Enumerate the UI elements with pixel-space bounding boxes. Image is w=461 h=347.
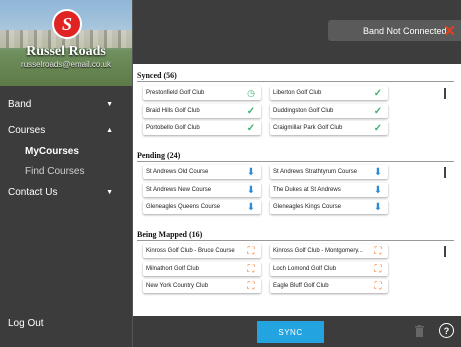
course-name: Duddingston Golf Club xyxy=(273,108,334,114)
download-icon: ⬇ xyxy=(246,184,256,196)
download-icon: ⬇ xyxy=(373,184,383,196)
course-card[interactable]: Prestonfield Golf Club ◷ xyxy=(143,86,261,100)
check-icon: ✓ xyxy=(246,105,256,117)
nav-find-courses[interactable]: Find Courses xyxy=(0,161,133,181)
course-name: Eagle Bluff Golf Club xyxy=(273,283,329,289)
map-icon: ⛶ xyxy=(374,263,382,275)
course-name: Portobello Golf Club xyxy=(146,125,200,131)
close-icon[interactable]: ✕ xyxy=(443,22,456,40)
download-icon: ⬇ xyxy=(373,201,383,213)
course-name: Kinross Golf Club - Montgomery... xyxy=(273,248,363,254)
map-icon: ⛶ xyxy=(247,280,255,292)
scrollbar[interactable] xyxy=(444,246,446,257)
course-card[interactable]: Craigmillar Park Golf Club ✓ xyxy=(270,121,388,135)
chevron-down-icon: ▼ xyxy=(106,100,113,108)
section-divider xyxy=(137,81,454,82)
check-icon: ✓ xyxy=(373,105,383,117)
nav-contact-us[interactable]: Contact Us ▼ xyxy=(0,182,133,202)
nav-my-courses[interactable]: MyCourses xyxy=(0,141,133,161)
profile-email: russelroads@email.co.uk xyxy=(21,60,111,69)
top-bar: Band Not Connected ✕ xyxy=(133,0,461,64)
section-title-pending: Pending (24) xyxy=(137,151,181,160)
course-card[interactable]: Liberton Golf Club ✓ xyxy=(270,86,388,100)
course-card[interactable]: Duddingston Golf Club ✓ xyxy=(270,104,388,118)
sync-button[interactable]: SYNC xyxy=(257,321,324,343)
nav-contact-label: Contact Us xyxy=(8,186,58,198)
band-connection-status[interactable]: Band Not Connected ✕ xyxy=(328,20,461,41)
logout-link[interactable]: Log Out xyxy=(8,318,44,329)
course-card[interactable]: Braid Hills Golf Club ✓ xyxy=(143,104,261,118)
section-divider xyxy=(137,161,454,162)
connection-status-text: Band Not Connected xyxy=(363,25,447,36)
check-icon: ✓ xyxy=(246,122,256,134)
course-name: Braid Hills Golf Club xyxy=(146,108,200,114)
section-title-synced: Synced (56) xyxy=(137,71,177,80)
map-icon: ⛶ xyxy=(247,245,255,257)
section-title-mapped: Being Mapped (16) xyxy=(137,230,203,239)
course-name: New York Country Club xyxy=(146,283,209,289)
course-name: The Dukes at St Andrews xyxy=(273,187,341,193)
chevron-down-icon: ▼ xyxy=(106,188,113,196)
course-card[interactable]: Portobello Golf Club ✓ xyxy=(143,121,261,135)
course-name: Loch Lomond Golf Club xyxy=(273,266,337,272)
main-panel: Band Not Connected ✕ Synced (56) Preston… xyxy=(133,0,461,347)
chevron-up-icon: ▲ xyxy=(106,126,113,134)
course-name: Milnathort Golf Club xyxy=(146,266,200,272)
course-name: Gleneagles Kings Course xyxy=(273,204,342,210)
course-card[interactable]: Eagle Bluff Golf Club ⛶ xyxy=(270,279,388,293)
help-icon[interactable]: ? xyxy=(439,323,454,338)
course-name: Kinross Golf Club - Bruce Course xyxy=(146,248,235,254)
download-icon: ⬇ xyxy=(246,166,256,178)
nav-courses[interactable]: Courses ▲ xyxy=(0,120,133,140)
nav-band-label: Band xyxy=(8,98,32,110)
bottom-bar: SYNC ? xyxy=(133,316,461,347)
course-name: Craigmillar Park Golf Club xyxy=(273,125,343,131)
course-name: St Andrews New Course xyxy=(146,187,212,193)
course-card[interactable]: St Andrews New Course ⬇ xyxy=(143,183,261,197)
course-name: St Andrews Old Course xyxy=(146,169,209,175)
logo-letter: S xyxy=(61,13,72,34)
map-icon: ⛶ xyxy=(247,263,255,275)
scrollbar[interactable] xyxy=(444,167,446,178)
course-card[interactable]: The Dukes at St Andrews ⬇ xyxy=(270,183,388,197)
course-card[interactable]: Gleneagles Queens Course ⬇ xyxy=(143,200,261,214)
course-name: Prestonfield Golf Club xyxy=(146,90,205,96)
profile-header: S Russel Roads russelroads@email.co.uk xyxy=(0,0,132,86)
course-card[interactable]: St Andrews Strathtyrum Course ⬇ xyxy=(270,165,388,179)
course-card[interactable]: St Andrews Old Course ⬇ xyxy=(143,165,261,179)
nav-my-courses-label: MyCourses xyxy=(25,145,79,157)
section-divider xyxy=(137,240,454,241)
map-icon: ⛶ xyxy=(374,245,382,257)
nav-band[interactable]: Band ▼ xyxy=(0,94,133,114)
nav-courses-label: Courses xyxy=(8,124,46,136)
download-icon: ⬇ xyxy=(373,166,383,178)
course-card[interactable]: Gleneagles Kings Course ⬇ xyxy=(270,200,388,214)
profile-name: Russel Roads xyxy=(26,44,106,59)
course-card[interactable]: Kinross Golf Club - Bruce Course ⛶ xyxy=(143,244,261,258)
download-icon: ⬇ xyxy=(246,201,256,213)
course-list: Synced (56) Prestonfield Golf Club ◷ Lib… xyxy=(133,64,461,316)
clock-icon: ◷ xyxy=(247,87,255,98)
map-icon: ⛶ xyxy=(374,280,382,292)
nav-find-courses-label: Find Courses xyxy=(25,165,85,177)
course-card[interactable]: Loch Lomond Golf Club ⛶ xyxy=(270,262,388,276)
course-card[interactable]: Milnathort Golf Club ⛶ xyxy=(143,262,261,276)
app-logo: S xyxy=(52,9,82,39)
sidebar: S Russel Roads russelroads@email.co.uk B… xyxy=(0,0,133,347)
trash-icon[interactable] xyxy=(415,325,424,337)
course-name: Gleneagles Queens Course xyxy=(146,204,221,210)
check-icon: ✓ xyxy=(373,122,383,134)
course-card[interactable]: New York Country Club ⛶ xyxy=(143,279,261,293)
course-card[interactable]: Kinross Golf Club - Montgomery... ⛶ xyxy=(270,244,388,258)
scrollbar[interactable] xyxy=(444,88,446,99)
check-icon: ✓ xyxy=(373,87,383,99)
course-name: Liberton Golf Club xyxy=(273,90,322,96)
course-name: St Andrews Strathtyrum Course xyxy=(273,169,358,175)
